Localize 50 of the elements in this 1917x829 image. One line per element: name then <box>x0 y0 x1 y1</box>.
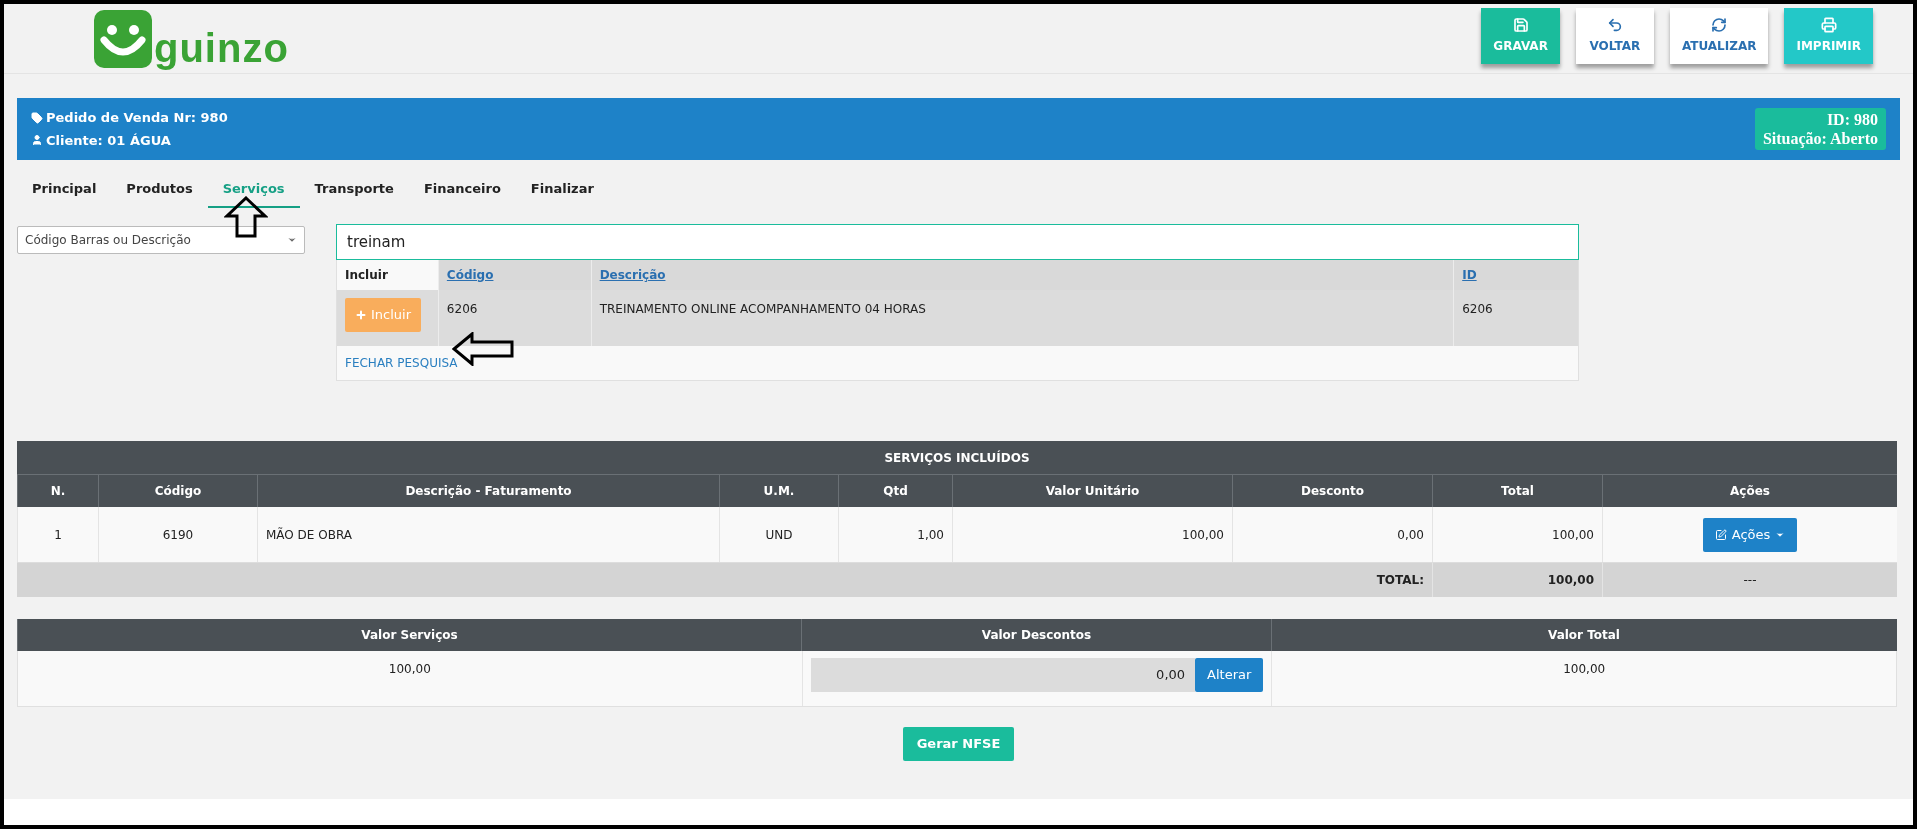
logo-text: guinzo <box>154 27 289 68</box>
total-value: 100,00 <box>1432 563 1602 597</box>
toolbar-button[interactable]: ATUALIZAR <box>1669 8 1769 64</box>
tab[interactable]: Transporte <box>299 172 409 208</box>
table-cell-text: 100,00 <box>387 661 432 678</box>
search-field[interactable]: treinam <box>336 224 1579 260</box>
toolbar-icon <box>1606 17 1623 33</box>
total-label: TOTAL: <box>1375 572 1425 589</box>
table-cell: 1,00 <box>838 507 952 562</box>
column-header: Incluir <box>337 260 438 290</box>
tab[interactable]: Serviços <box>207 172 300 208</box>
table-cell: 0,00 <box>1232 507 1432 562</box>
tab[interactable]: Financeiro <box>408 172 516 208</box>
toolbar-icon <box>1512 17 1529 33</box>
tab[interactable]: Principal <box>17 172 112 208</box>
table-cell: 6206 <box>1453 290 1578 346</box>
client-name: Cliente: 01 ÁGUA <box>46 131 171 150</box>
toolbar-icon <box>1820 17 1837 33</box>
order-id: ID: 980 <box>1826 110 1878 129</box>
toolbar-button[interactable]: GRAVAR <box>1481 8 1560 64</box>
plus-icon <box>355 309 367 321</box>
logo-icon <box>94 9 152 68</box>
actions-button[interactable]: Ações <box>1702 517 1798 552</box>
table-cell: 100,00 <box>952 507 1232 562</box>
table-cell: 100,00 <box>1271 651 1896 706</box>
table-cell: 6190 <box>98 507 257 562</box>
user-icon <box>31 134 43 147</box>
close-search-link[interactable]: FECHAR PESQUISA <box>345 354 458 372</box>
toolbar-button[interactable]: VOLTAR <box>1575 8 1654 64</box>
tag-icon <box>31 111 43 124</box>
caret-icon <box>287 235 297 245</box>
table-cell: 100,00 <box>1432 507 1602 562</box>
edit-icon <box>1714 528 1727 541</box>
table-cell: 6206 <box>437 290 591 346</box>
table-cell: UND <box>719 507 838 562</box>
table-cell: TREINAMENTO ONLINE ACOMPANHAMENTO 04 HORAS <box>590 290 1454 346</box>
generate-nfse-button[interactable]: Gerar NFSE <box>902 727 1015 761</box>
up-arrow-icon <box>224 196 268 238</box>
tab[interactable]: Produtos <box>111 172 208 208</box>
tab[interactable]: Finalizar <box>515 172 609 208</box>
table-title: SERVIÇOS INCLUÍDOS <box>17 441 1897 475</box>
order-status: Situação: Aberto <box>1762 129 1878 148</box>
toolbar-icon <box>1711 17 1728 33</box>
table-cell: MÃO DE OBRA <box>257 507 719 562</box>
table-cell: 1 <box>17 507 98 562</box>
change-button[interactable]: Alterar <box>1195 658 1264 692</box>
order-number: Pedido de Venda Nr: 980 <box>46 109 228 127</box>
filter-dropdown[interactable]: Código Barras ou Descrição <box>17 226 305 254</box>
table-cell: --- <box>1602 563 1897 597</box>
discount-field[interactable]: 0,00 <box>810 658 1196 692</box>
